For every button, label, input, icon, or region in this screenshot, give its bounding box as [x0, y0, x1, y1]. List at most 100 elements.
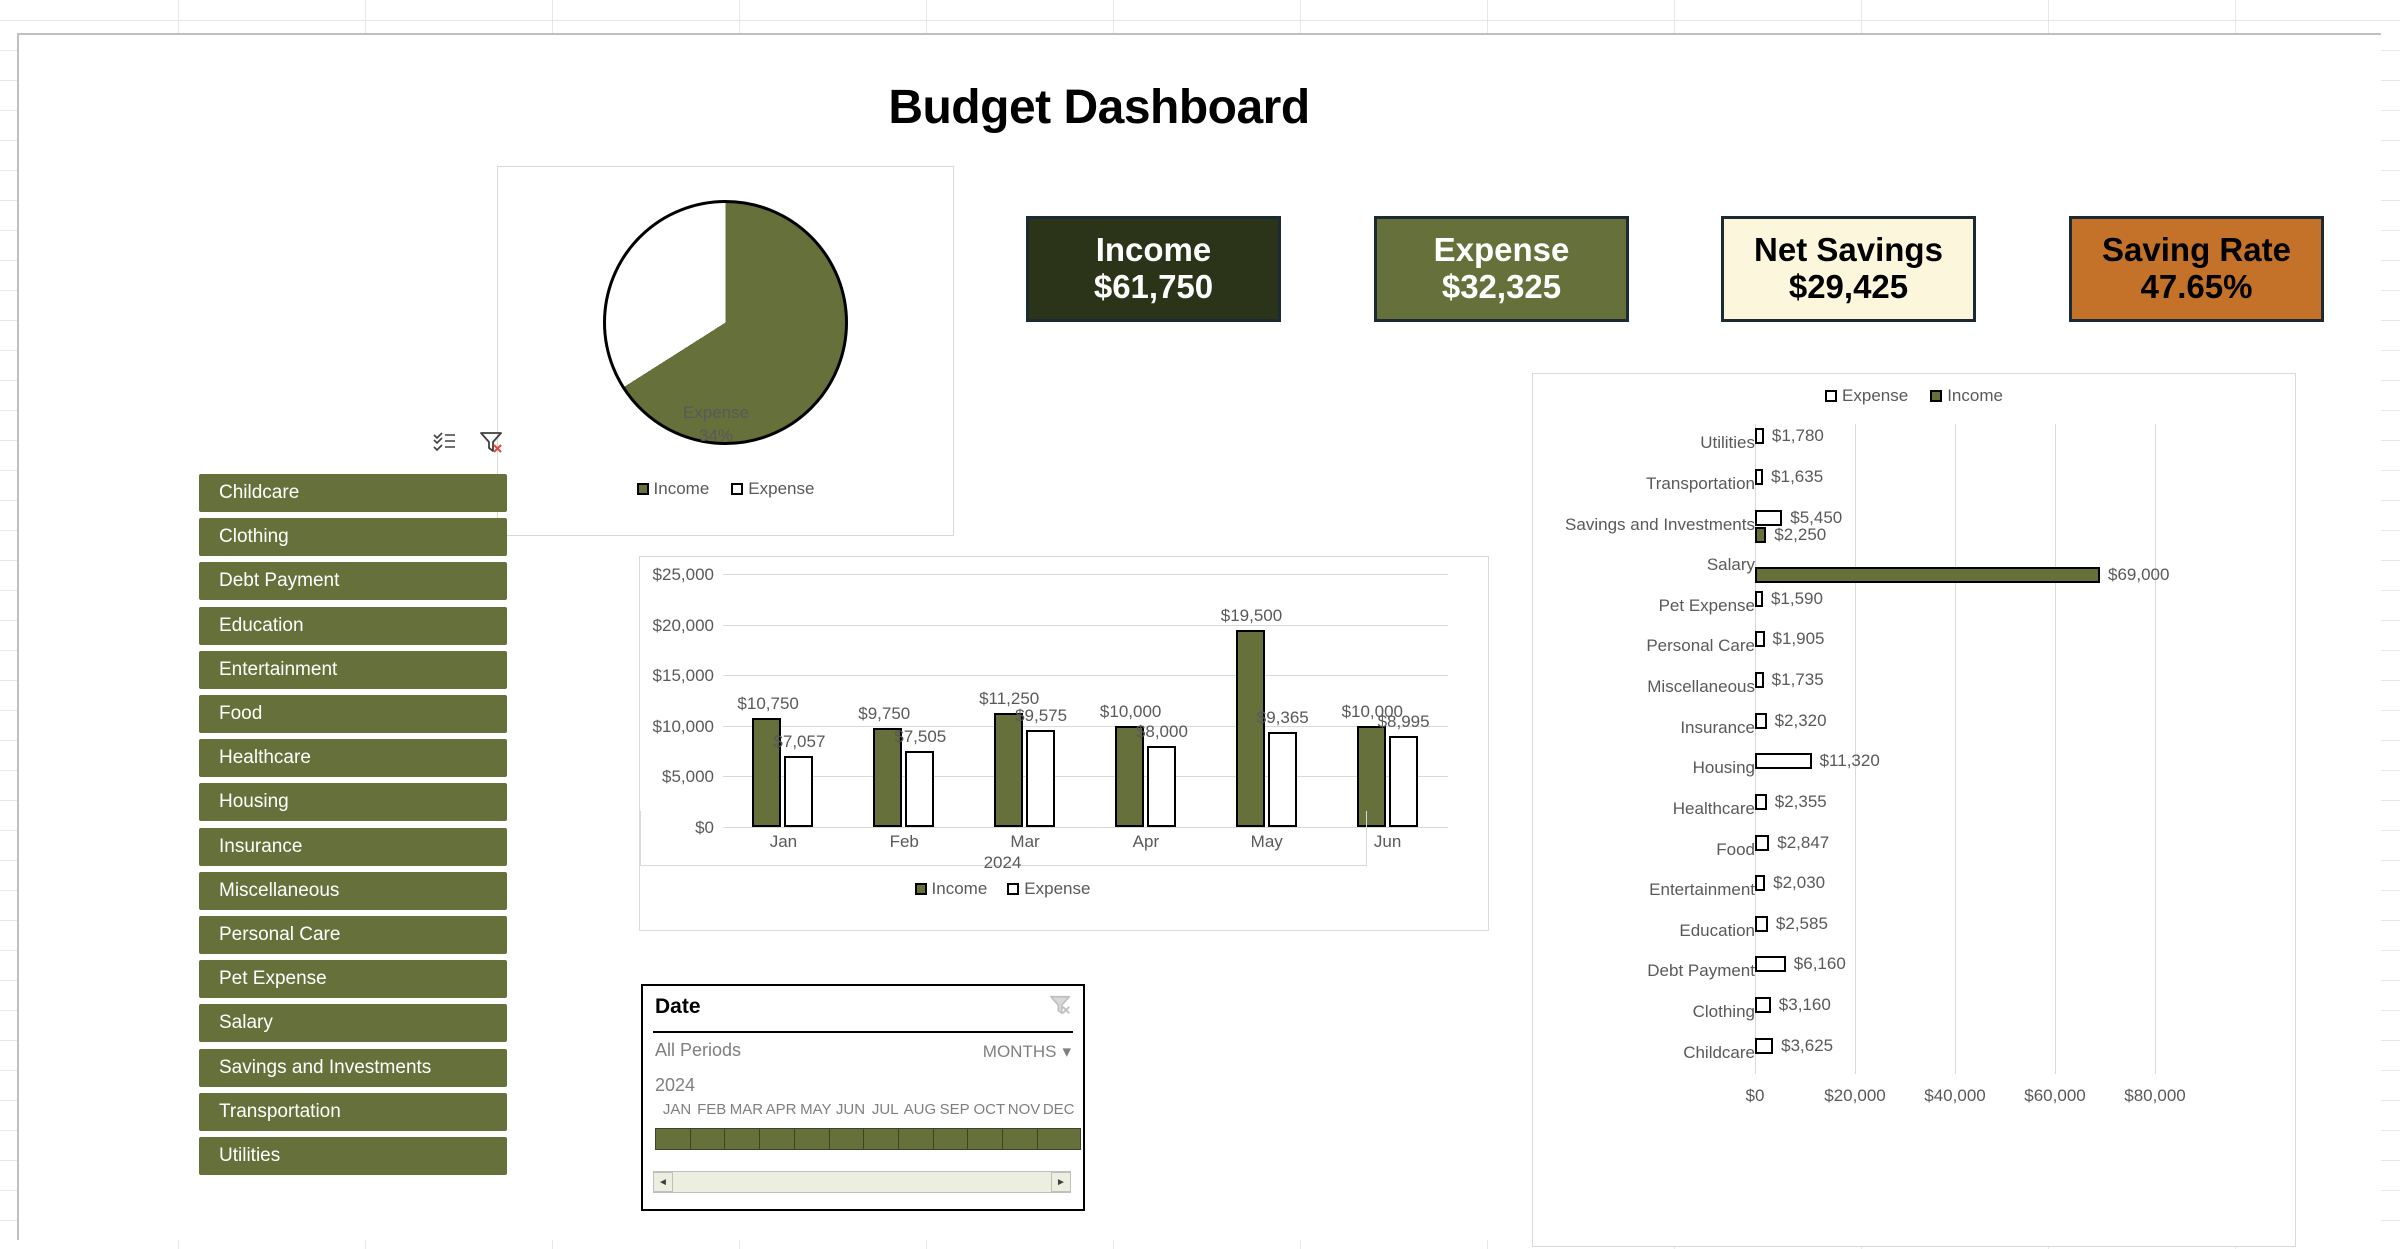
slicer-item-label: Healthcare: [219, 747, 311, 769]
legend-swatch-icon: [1825, 390, 1838, 402]
slicer-item[interactable]: Entertainment: [199, 650, 507, 689]
bar-expense: [1755, 753, 1812, 770]
bar-data-label: $2,250: [1774, 524, 1827, 544]
x-axis-tick-label: $40,000: [1924, 1086, 1986, 1105]
slicer-item[interactable]: Food: [199, 695, 507, 733]
kpi-card-expense: Expense $32,325: [1374, 216, 1629, 322]
bar-data-label: $6,160: [1793, 954, 1846, 974]
slicer-item-label: Transportation: [219, 1100, 341, 1122]
bar-data-label: $2,355: [1774, 791, 1827, 811]
bar-expense: [1755, 834, 1770, 851]
y-axis-tick-label: $15,000: [652, 666, 714, 686]
bar-data-label: $2,847: [1777, 832, 1830, 852]
monthly-income-expense-chart[interactable]: $0 $5,000 $10,000 $15,000 $20,000 $25,000 $10,…: [639, 556, 1489, 931]
bar-category-label: Insurance: [1680, 717, 1755, 737]
slicer-item[interactable]: Pet Expense: [199, 960, 507, 999]
timeline-month-label[interactable]: DEC: [1037, 1101, 1081, 1118]
slicer-item[interactable]: Utilities: [199, 1137, 507, 1175]
dashboard-canvas: Budget Dashboard Income $61,750 Expense …: [17, 33, 2381, 1247]
kpi-label: Saving Rate: [2102, 231, 2291, 269]
bar-category-label: Savings and Investments: [1565, 514, 1755, 534]
bar-category-label: Food: [1716, 839, 1755, 859]
pie-legend: Income Expense: [498, 479, 953, 499]
slicer-item[interactable]: Salary: [199, 1004, 507, 1043]
bar-category-label: Entertainment: [1649, 880, 1755, 900]
bar-category-label: Clothing: [1692, 1002, 1755, 1022]
bar-category-label: Personal Care: [1646, 636, 1755, 656]
timeline-divider: [653, 1031, 1073, 1033]
column-chart-legend: Income Expense: [640, 879, 1365, 899]
slicer-item[interactable]: Housing: [199, 783, 507, 822]
kpi-card-net-savings: Net Savings $29,425: [1721, 216, 1976, 322]
bar-category-label: Utilities: [1700, 433, 1755, 453]
slicer-item[interactable]: Miscellaneous: [199, 871, 507, 910]
slicer-item[interactable]: Transportation: [199, 1092, 507, 1131]
column-chart-plot: $0 $5,000 $10,000 $15,000 $20,000 $25,000 $10,…: [653, 565, 1448, 851]
bar-category-label: Housing: [1692, 758, 1755, 778]
bar-expense: [1755, 509, 1783, 526]
bar-category-label: Healthcare: [1672, 798, 1755, 818]
timeline-month-block[interactable]: [1036, 1128, 1081, 1150]
pie-slice-label-expense: Expense 34%: [682, 403, 750, 445]
slicer-item[interactable]: Savings and Investments: [199, 1048, 507, 1087]
slicer-item[interactable]: Education: [199, 606, 507, 645]
category-income-expense-chart[interactable]: Expense Income $0 $20,000 $40,000 $60,000 $8…: [1532, 373, 2296, 1247]
scroll-left-arrow-icon[interactable]: ◄: [653, 1172, 673, 1192]
legend-swatch-icon: [1930, 390, 1943, 402]
date-timeline-slicer[interactable]: Date All Periods MONTHS ▾ 2024 JAN FEB MAR…: [641, 984, 1085, 1211]
legend-swatch-icon: [636, 483, 649, 495]
legend-item-expense: Expense: [1825, 386, 1908, 406]
legend-item-expense: Expense: [1007, 879, 1090, 899]
timeline-clear-filter-icon[interactable]: [1049, 994, 1073, 1016]
column-group: $9,750 $7,505: [844, 574, 965, 827]
slicer-item-label: Personal Care: [219, 924, 341, 945]
column-data-label: $8,000: [1135, 722, 1188, 742]
kpi-label: Expense: [1433, 231, 1570, 269]
column-data-label: $9,575: [1015, 706, 1068, 726]
column-data-label: $8,995: [1377, 711, 1430, 731]
bar-category-label: Debt Payment: [1647, 961, 1755, 981]
slicer-header-icons: [433, 430, 505, 454]
scroll-right-arrow-icon[interactable]: ►: [1051, 1172, 1071, 1192]
category-slicer[interactable]: Childcare Clothing Debt Payment Education En…: [199, 430, 509, 1215]
bar-expense: [1755, 997, 1771, 1014]
slicer-item[interactable]: Clothing: [199, 518, 507, 557]
multi-select-icon[interactable]: [433, 431, 457, 453]
slicer-item[interactable]: Personal Care: [199, 916, 507, 954]
bar-expense: [1755, 956, 1786, 973]
slicer-item[interactable]: Childcare: [199, 474, 507, 512]
slicer-item[interactable]: Insurance: [199, 827, 507, 866]
bar-expense: [1755, 590, 1763, 607]
slicer-item-label: Food: [219, 703, 263, 724]
timeline-level-dropdown[interactable]: MONTHS ▾: [983, 1042, 1071, 1062]
column-data-label: $10,750: [737, 694, 799, 714]
bar-expense: [1755, 672, 1764, 689]
timeline-all-periods-label: All Periods: [655, 1040, 742, 1060]
column-group: $10,750 $7,057: [723, 574, 844, 827]
timeline-scrollbar[interactable]: ◄ ►: [653, 1171, 1071, 1193]
legend-item-income: Income: [636, 479, 709, 499]
column-data-label: $7,057: [773, 731, 826, 751]
slicer-item[interactable]: Debt Payment: [199, 562, 507, 601]
clear-filter-icon[interactable]: [479, 430, 505, 454]
timeline-month-track[interactable]: JAN FEB MAR APR MAY JUN JUL AUG SEP OCT NOV DEC: [655, 1101, 1081, 1161]
column-bar-expense: [1388, 735, 1418, 827]
bar-data-label: $3,160: [1778, 995, 1831, 1015]
bar-data-label: $2,320: [1774, 710, 1827, 730]
slicer-item-label: Housing: [219, 791, 289, 813]
legend-swatch-icon: [1007, 883, 1020, 895]
kpi-card-saving-rate: Saving Rate 47.65%: [2069, 216, 2324, 322]
column-bar-income: [1235, 629, 1265, 827]
timeline-title: Date: [655, 995, 701, 1018]
pie-chart-income-vs-expense[interactable]: Expense 34% Income 66% Income Expense: [497, 166, 954, 536]
bar-category-label: Pet Expense: [1658, 595, 1755, 615]
bar-data-label: $3,625: [1781, 1035, 1834, 1055]
bar-expense: [1755, 428, 1764, 445]
kpi-value: $61,750: [1093, 268, 1214, 305]
bar-data-label: $11,320: [1819, 751, 1880, 771]
slicer-item[interactable]: Healthcare: [199, 739, 507, 778]
bar-data-label: $2,585: [1775, 913, 1828, 933]
gridline: [1955, 424, 1956, 1074]
bar-category-label: Transportation: [1646, 473, 1755, 493]
legend-item-income: Income: [1930, 386, 2003, 406]
